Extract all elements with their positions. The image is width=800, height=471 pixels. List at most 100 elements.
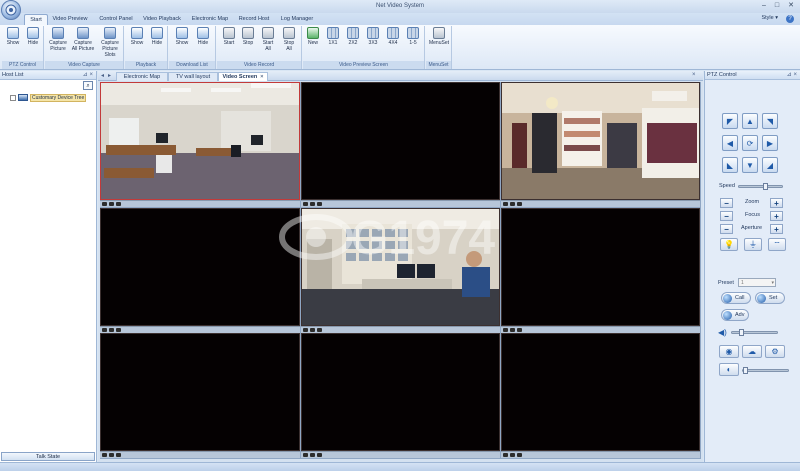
power-button[interactable]: ⏚: [744, 238, 762, 251]
capture-picture-button[interactable]: Capture Picture: [47, 27, 69, 52]
grid-1-5-icon: [407, 27, 419, 39]
ptz-hide-button[interactable]: Hide: [24, 27, 42, 46]
video-cell-9[interactable]: [501, 333, 700, 451]
speaker-icon: ◀): [718, 328, 727, 337]
audio-status-icon: [517, 202, 522, 206]
video-cell-5[interactable]: [301, 208, 500, 326]
volume-slider-knob[interactable]: [739, 329, 744, 336]
video-cell-8[interactable]: [301, 333, 500, 451]
tab-electronic-map-view[interactable]: Electronic Map: [116, 72, 168, 81]
record-start-all-button[interactable]: Start All: [258, 27, 278, 52]
video-cell-4[interactable]: [100, 208, 300, 326]
layout-new-button[interactable]: New: [305, 27, 321, 46]
monitor-hide-icon: [27, 27, 39, 39]
capture-all-picture-button[interactable]: Capture All Picture: [70, 27, 96, 52]
zoom-in-button[interactable]: +: [770, 198, 783, 208]
tab-start[interactable]: Start: [24, 14, 48, 25]
tree-checkbox[interactable]: [10, 94, 16, 101]
ptz-down-left-button[interactable]: ◣: [722, 157, 738, 173]
advanced-button[interactable]: Adv: [721, 309, 749, 321]
aperture-close-button[interactable]: −: [720, 224, 733, 234]
record-stop-all-button[interactable]: Stop All: [279, 27, 299, 52]
video-cell-1[interactable]: [100, 82, 300, 200]
focus-near-button[interactable]: −: [720, 211, 733, 221]
ptz-up-button[interactable]: ▲: [742, 113, 758, 129]
tab-video-playback[interactable]: Video Playback: [141, 14, 183, 25]
cloud-button[interactable]: ☁: [742, 345, 762, 358]
close-button[interactable]: ✕: [786, 2, 796, 10]
menuset-button[interactable]: MenuSet: [428, 27, 450, 46]
video-cell-3[interactable]: [501, 82, 700, 200]
volume-slider[interactable]: [731, 329, 778, 336]
close-view-icon[interactable]: ×: [692, 72, 696, 78]
focus-far-button[interactable]: +: [770, 211, 783, 221]
help-icon[interactable]: ?: [786, 15, 794, 23]
download-hide-button[interactable]: Hide: [194, 27, 212, 46]
layout-1-5-button[interactable]: 1-5: [405, 27, 421, 46]
cell-toolbar: [100, 326, 300, 333]
grid-3x3-icon: [367, 27, 379, 39]
arrow-up-left-icon: ◤: [726, 117, 734, 126]
tab-electronic-map[interactable]: Electronic Map: [189, 14, 231, 25]
app-orb-button[interactable]: [1, 0, 21, 20]
preset-select[interactable]: 1 ▾: [738, 278, 776, 287]
tab-next-arrow-icon[interactable]: ▸: [108, 72, 111, 79]
ptz-right-button[interactable]: ▶: [762, 135, 778, 151]
speed-slider-knob[interactable]: [763, 183, 768, 190]
playback-hide-button[interactable]: Hide: [148, 27, 166, 46]
layout-1x1-button[interactable]: 1X1: [325, 27, 341, 46]
aperture-open-button[interactable]: +: [770, 224, 783, 234]
tab-prev-arrow-icon[interactable]: ◂: [101, 72, 104, 79]
host-list-panel: Host List ⊿ ×: [0, 71, 97, 462]
ptz-up-left-button[interactable]: ◤: [722, 113, 738, 129]
maximize-button[interactable]: □: [772, 2, 782, 10]
tab-record-host[interactable]: Record Host: [236, 14, 272, 25]
speed-slider[interactable]: [738, 183, 783, 190]
search-button[interactable]: ⌕: [83, 81, 93, 90]
pin-close-icon[interactable]: ⊿ ×: [787, 71, 797, 80]
mic-slider-knob[interactable]: [743, 367, 748, 374]
talk-state-button[interactable]: Talk State: [1, 452, 95, 461]
light-button[interactable]: 💡: [720, 238, 738, 251]
tab-video-preview[interactable]: Video Preview: [50, 14, 90, 25]
ptz-up-right-button[interactable]: ◥: [762, 113, 778, 129]
tab-tv-wall-layout[interactable]: TV wall layout: [168, 72, 218, 81]
wiper-button[interactable]: ⌔: [768, 238, 786, 251]
close-tab-icon[interactable]: ×: [260, 74, 263, 80]
ptz-header: PTZ Control ⊿ ×: [705, 71, 800, 80]
video-cell-2[interactable]: [301, 82, 500, 200]
preset-call-button[interactable]: Call: [721, 292, 751, 304]
zoom-out-button[interactable]: −: [720, 198, 733, 208]
ptz-down-button[interactable]: ▼: [742, 157, 758, 173]
record-stop-button[interactable]: Stop: [239, 27, 257, 46]
pin-close-icon[interactable]: ⊿ ×: [83, 71, 93, 80]
layout-4x4-button[interactable]: 4X4: [385, 27, 401, 46]
playback-show-button[interactable]: Show: [128, 27, 146, 46]
minimize-button[interactable]: –: [759, 2, 769, 10]
style-menu[interactable]: Style ▾: [761, 15, 778, 21]
mic-volume-slider[interactable]: [742, 367, 789, 374]
tab-control-panel[interactable]: Control Panel: [96, 14, 136, 25]
eye-view-button[interactable]: ◉: [719, 345, 739, 358]
camera-status-icon: [503, 202, 508, 206]
layout-3x3-button[interactable]: 3X3: [365, 27, 381, 46]
ptz-down-right-button[interactable]: ◢: [762, 157, 778, 173]
video-cell-6[interactable]: [501, 208, 700, 326]
record-start-button[interactable]: Start: [220, 27, 238, 46]
capture-picture-slots-button[interactable]: Capture Picture Slots: [97, 27, 123, 58]
group-ptz-control: Show Hide PTZ Control: [2, 26, 44, 69]
device-tree-root[interactable]: Customary Device Tree: [10, 94, 87, 103]
download-show-button[interactable]: Show: [173, 27, 191, 46]
preset-set-button[interactable]: Set: [755, 292, 785, 304]
store-video-feed: [502, 83, 699, 199]
ptz-auto-button[interactable]: ⟳: [742, 135, 758, 151]
talk-button[interactable]: ◐: [719, 363, 739, 376]
layout-2x2-button[interactable]: 2X2: [345, 27, 361, 46]
ptz-show-button[interactable]: Show: [4, 27, 22, 46]
video-cell-7[interactable]: [100, 333, 300, 451]
group-label: Video Record: [217, 61, 301, 69]
user-settings-button[interactable]: ⚙: [765, 345, 785, 358]
tab-video-screen[interactable]: Video Screen ×: [218, 72, 268, 81]
tab-log-manager[interactable]: Log Manager: [278, 14, 316, 25]
ptz-left-button[interactable]: ◀: [722, 135, 738, 151]
